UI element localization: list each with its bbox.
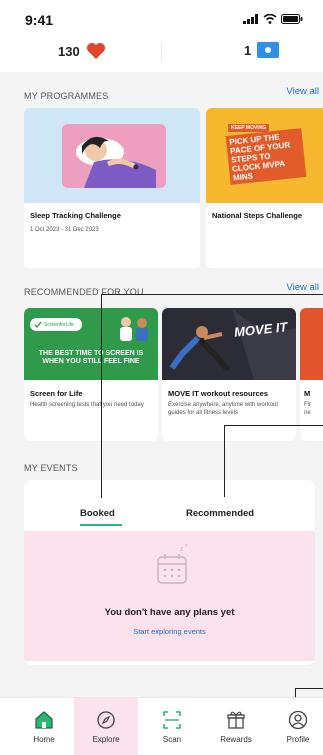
events-empty-state: z z You don't have any plans yet Start e…: [24, 531, 315, 661]
status-bar: 9:41: [0, 0, 323, 34]
nav-profile-label: Profile: [286, 735, 310, 744]
points-divider: [161, 42, 162, 62]
programmes-title: MY PROGRAMMES: [24, 91, 109, 101]
nav-scan[interactable]: Scan: [140, 698, 204, 755]
steps-value: 1: [244, 42, 252, 58]
empty-message: You don't have any plans yet: [104, 607, 235, 618]
recommended-card-subtitle: Fir ne: [304, 402, 311, 416]
sleep-illustration: [24, 108, 200, 203]
heart-icon: [86, 43, 105, 59]
wifi-icon: [263, 14, 277, 24]
nav-explore[interactable]: Explore: [74, 698, 138, 755]
recommended-card-title: MOVE IT workout resources: [168, 389, 269, 398]
profile-icon: [288, 710, 308, 730]
start-exploring-link[interactable]: Start exploring events: [24, 627, 315, 636]
signal-icon: [243, 14, 258, 24]
hearts-value: 130: [58, 43, 80, 59]
nav-home[interactable]: Home: [12, 698, 76, 755]
points-bar: 130 1: [0, 34, 323, 70]
calendar-sleep-icon: z z: [157, 543, 188, 584]
nav-home-label: Home: [33, 735, 55, 744]
battery-icon: [281, 14, 303, 24]
recommended-card-subtitle: Exercise anywhere, anytime with workout …: [168, 402, 279, 416]
events-title: MY EVENTS: [24, 463, 78, 473]
status-icons: [243, 14, 303, 24]
gift-icon: [227, 711, 245, 729]
events-header: MY EVENTS: [24, 458, 323, 474]
recommended-header: RECOMMENDED FOR YOU View all: [24, 282, 323, 298]
partial-card-banner: [300, 308, 323, 380]
annotation-line: [224, 425, 225, 497]
recommended-card-title: M: [304, 389, 311, 398]
scan-icon: [163, 711, 181, 729]
doctor-illustration: [120, 317, 148, 341]
tab-recommended[interactable]: Recommended: [186, 508, 254, 519]
annotation-line: [295, 688, 323, 689]
recommended-card-subtitle: Health screening tests that you need tod…: [30, 402, 144, 408]
status-time: 9:41: [25, 12, 54, 28]
compass-icon: [97, 711, 115, 729]
programme-card-title: Sleep Tracking Challenge: [30, 211, 121, 220]
annotation-line: [101, 294, 102, 498]
recommended-card-screen-for-life[interactable]: ScreenforLife THE BEST TIME TO SCREEN IS…: [24, 308, 158, 441]
recommended-card-title: Screen for Life: [30, 389, 83, 398]
steps-banner-text: PICK UP THE PACE OF YOUR STEPS TO CLOCK …: [225, 128, 307, 185]
ticket-icon: [257, 42, 280, 58]
active-tab-indicator: [80, 524, 122, 526]
programme-card-title: National Steps Challenge: [212, 211, 303, 220]
check-icon: [34, 321, 42, 328]
nav-profile[interactable]: Profile: [266, 698, 323, 755]
recommended-title: RECOMMENDED FOR YOU: [24, 287, 144, 297]
programmes-view-all[interactable]: View all: [286, 86, 319, 97]
nav-rewards[interactable]: Rewards: [204, 698, 268, 755]
tab-booked[interactable]: Booked: [80, 508, 115, 519]
annotation-line: [224, 425, 323, 426]
steps-counter[interactable]: 1: [244, 42, 280, 58]
programmes-header: MY PROGRAMMES View all: [24, 86, 323, 102]
main-content[interactable]: MY PROGRAMMES View all Sleep Tracking Ch…: [0, 72, 323, 697]
recommended-card-partial[interactable]: M Fir ne: [300, 308, 323, 441]
nav-rewards-label: Rewards: [220, 735, 252, 744]
screen-for-life-banner-text: THE BEST TIME TO SCREEN IS WHEN YOU STIL…: [38, 350, 144, 365]
screen-for-life-logo: ScreenforLife: [30, 318, 82, 331]
recommended-card-move-it[interactable]: MOVE IT MOVE IT workout resources Exerci…: [162, 308, 296, 441]
annotation-line: [101, 294, 323, 295]
svg-text:z: z: [185, 543, 188, 549]
move-it-illustration: [162, 308, 296, 380]
programme-card-sleep[interactable]: Sleep Tracking Challenge 1 Oct 2023 - 31…: [24, 108, 200, 268]
steps-banner-tag: KEEP MOVING: [228, 124, 270, 132]
recommended-view-all[interactable]: View all: [286, 282, 319, 293]
nav-scan-label: Scan: [162, 735, 182, 744]
screen-for-life-logo-text: ScreenforLife: [44, 321, 74, 328]
programme-card-steps[interactable]: KEEP MOVING PICK UP THE PACE OF YOUR STE…: [206, 108, 323, 268]
bottom-nav: Home Explore Scan Rewards Profile: [0, 697, 323, 755]
svg-text:z: z: [180, 546, 184, 553]
home-icon: [35, 711, 53, 729]
events-card: Booked Recommended z z You don't have an…: [24, 480, 315, 665]
hearts-counter[interactable]: 130: [58, 42, 106, 60]
nav-explore-label: Explore: [92, 735, 120, 744]
programme-card-date: 1 Oct 2023 - 31 Dec 2023: [30, 227, 99, 233]
